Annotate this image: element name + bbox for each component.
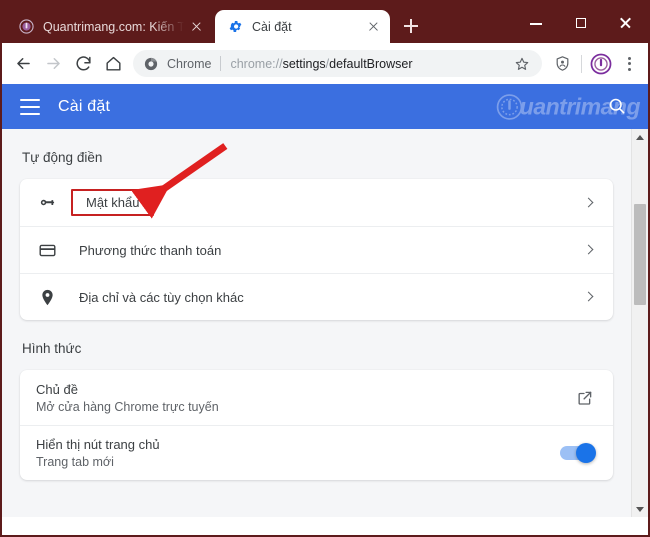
new-tab-button[interactable] [397,12,425,40]
address-bar[interactable]: Chrome chrome://settings/defaultBrowser [133,50,542,77]
home-button-toggle[interactable] [560,443,596,463]
settings-row-label: Địa chỉ và các tùy chọn khác [79,289,244,305]
close-icon[interactable] [188,18,205,35]
settings-row-payment-methods[interactable]: Phương thức thanh toán [20,226,613,273]
settings-row-text: Chủ đề Mở cửa hàng Chrome trực tuyến [36,382,576,414]
hamburger-icon[interactable] [20,98,40,115]
settings-row-passwords[interactable]: Mật khẩu [20,179,613,226]
omnibox-url: chrome://settings/defaultBrowser [230,57,508,71]
forward-arrow-icon[interactable] [38,49,68,79]
browser-window: Quantrimang.com: Kiến Thức Cài đặt [0,0,650,537]
settings-row-show-home-button[interactable]: Hiển thị nút trang chủ Trang tab mới [20,425,613,480]
back-arrow-icon[interactable] [8,49,38,79]
profile-avatar[interactable] [586,49,616,79]
settings-row-text: Hiển thị nút trang chủ Trang tab mới [36,437,560,469]
tab-title: Quantrimang.com: Kiến Thức [43,19,184,34]
scroll-up-arrow[interactable] [632,129,648,145]
tab-title: Cài đặt [252,19,292,34]
quantrimang-logo-icon [18,19,34,35]
scroll-down-arrow[interactable] [632,501,648,517]
browser-toolbar: Chrome chrome://settings/defaultBrowser [2,43,648,84]
chevron-right-icon [584,198,594,208]
browser-tab-quantrimang[interactable]: Quantrimang.com: Kiến Thức [8,10,213,43]
tab-strip: Quantrimang.com: Kiến Thức Cài đặt [2,2,648,43]
credit-card-icon [36,239,58,261]
browser-tab-settings[interactable]: Cài đặt [215,10,390,43]
scrollbar-thumb[interactable] [634,204,646,305]
settings-row-label: Chủ đề [36,381,78,397]
settings-content-area: Tự động điền Mật khẩu Phương thức thanh … [2,129,648,517]
settings-row-addresses[interactable]: Địa chỉ và các tùy chọn khác [20,273,613,320]
maximize-button[interactable] [558,2,603,43]
settings-header: Cài đặt uantrimang [2,84,648,129]
toolbar-divider [581,54,582,73]
location-pin-icon [36,286,58,308]
toggle-knob [576,443,596,463]
section-heading-appearance: Hình thức [22,341,82,356]
page-title: Cài đặt [58,97,111,115]
url-path-settings: settings [282,56,326,71]
chrome-logo-icon [144,56,159,71]
settings-row-sublabel: Mở cửa hàng Chrome trực tuyến [36,399,219,414]
external-link-icon[interactable] [576,389,594,407]
settings-row-label: Hiển thị nút trang chủ [36,437,160,452]
shield-person-icon[interactable] [547,49,577,79]
window-controls [513,2,648,43]
settings-row-theme[interactable]: Chủ đề Mở cửa hàng Chrome trực tuyến [20,370,613,425]
settings-scroll-region: Tự động điền Mật khẩu Phương thức thanh … [2,129,631,517]
autofill-card: Mật khẩu Phương thức thanh toán Địa chỉ … [20,179,613,320]
omnibox-scheme-label: Chrome [167,56,212,71]
chevron-right-icon [584,292,594,302]
highlight-annotation-box: Mật khẩu [71,189,155,216]
close-icon[interactable] [365,18,382,35]
reload-icon[interactable] [68,49,98,79]
three-dot-menu-icon[interactable] [616,49,642,79]
settings-row-label: Phương thức thanh toán [79,242,222,258]
settings-row-label: Mật khẩu [71,189,584,216]
chevron-right-icon [584,245,594,255]
home-icon[interactable] [98,49,128,79]
settings-row-sublabel: Trang tab mới [36,455,114,469]
close-window-button[interactable] [603,2,648,43]
omnibox-divider [220,56,222,71]
star-icon[interactable] [514,56,531,71]
vertical-scrollbar[interactable] [631,129,648,517]
search-icon[interactable] [607,96,627,116]
minimize-button[interactable] [513,2,558,43]
appearance-card: Chủ đề Mở cửa hàng Chrome trực tuyến Hiể… [20,370,613,480]
gear-icon [227,19,243,35]
url-prefix: chrome:// [230,56,283,71]
key-icon [36,192,58,214]
section-heading-autofill: Tự động điền [22,150,103,165]
quantrimang-logo-icon [496,93,523,120]
url-path-default-browser: defaultBrowser [329,56,413,71]
